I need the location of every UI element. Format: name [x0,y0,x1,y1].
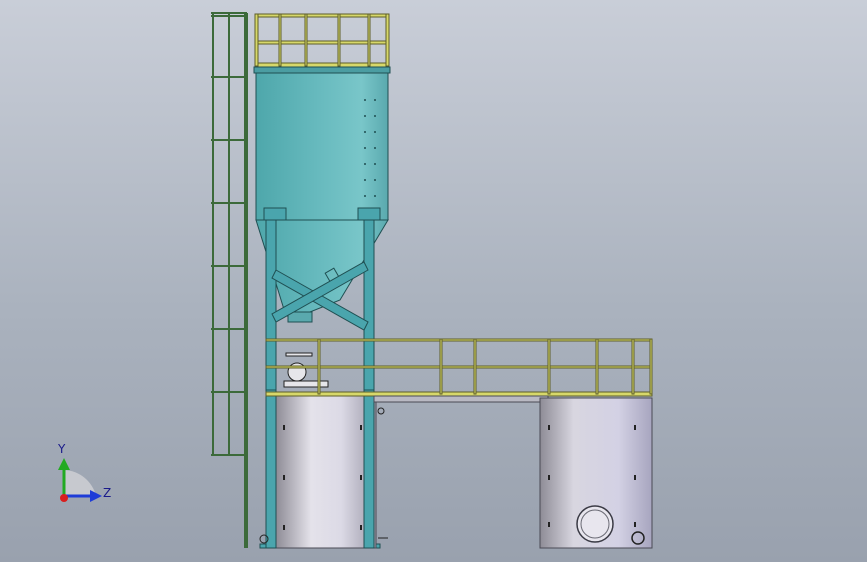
axis-label-y: Y [58,442,66,456]
left-tank[interactable] [275,395,377,549]
platform-deck [373,395,549,403]
axis-triad [58,458,102,502]
pump-unit[interactable] [283,352,329,388]
right-tank[interactable] [539,397,653,549]
cad-model-view[interactable] [0,0,867,562]
manhole[interactable] [576,505,614,543]
top-railing[interactable] [254,13,390,68]
axis-label-z: Z [103,486,112,500]
cad-viewport[interactable]: Y Z [0,0,867,562]
ladder[interactable] [211,12,248,548]
